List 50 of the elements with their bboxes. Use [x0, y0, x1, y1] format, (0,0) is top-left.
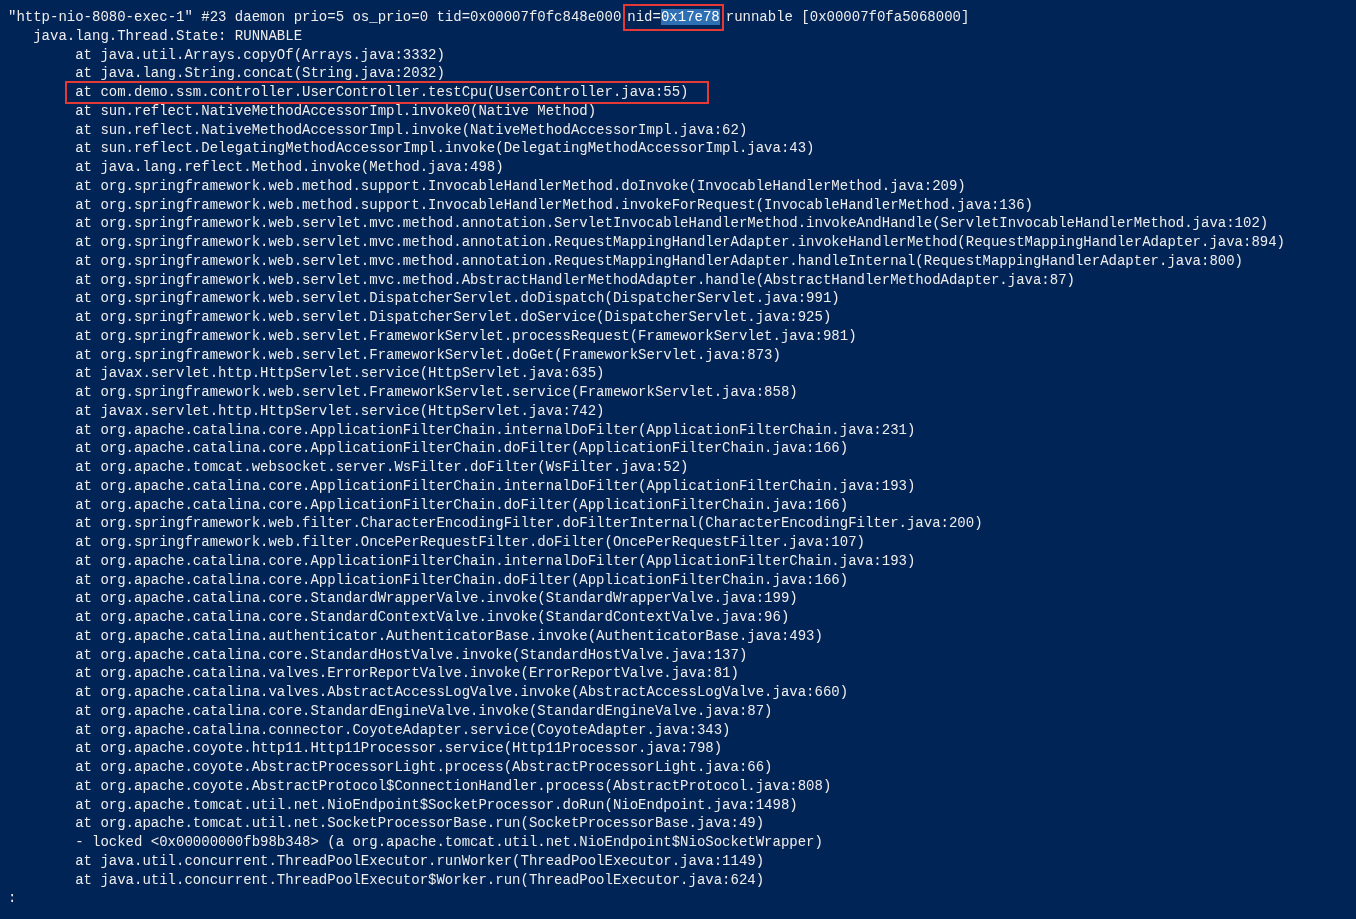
stack-frame-line: at org.apache.catalina.core.ApplicationFilterChain.internalDoFilter(ApplicationFilterChain.java:231) — [75, 420, 916, 440]
nid-label: nid= — [627, 9, 661, 25]
stack-frame-line: at org.apache.coyote.http11.Http11Processor.service(Http11Processor.java:798) — [75, 739, 723, 758]
selected-text: 0x17e78 — [660, 9, 720, 25]
stack-frame-line: at org.apache.coyote.AbstractProcessorLight.process(AbstractProcessorLight.java:66) — [75, 758, 773, 777]
stack-frame-line: at org.apache.catalina.core.ApplicationFilterChain.internalDoFilter(ApplicationFilterChain.java:193) — [75, 551, 916, 571]
stack-frame-line: at java.util.concurrent.ThreadPoolExecutor.runWorker(ThreadPoolExecutor.java:1149) — [75, 851, 765, 871]
lock-info-line: - locked <0x00000000fb98b348> (a org.apache.tomcat.util.net.NioEndpoint$NioSocketWrapper) — [75, 833, 823, 852]
stack-frame-line: at sun.reflect.DelegatingMethodAccessorImpl.invoke(DelegatingMethodAccessorImpl.java:43) — [75, 139, 815, 158]
stack-frame-line: at org.springframework.web.method.support.InvocableHandlerMethod.invokeForRequest(InvocableHandlerMethod.java:136) — [75, 195, 1033, 215]
stack-frame-line: at org.apache.catalina.core.ApplicationFilterChain.doFilter(ApplicationFilterChain.java:166) — [75, 439, 849, 458]
stack-frame-line: at org.springframework.web.servlet.FrameworkServlet.doGet(FrameworkServlet.java:873) — [75, 345, 781, 365]
stack-frame-line: at org.springframework.web.filter.OncePerRequestFilter.doFilter(OncePerRequestFilter.java:107) — [75, 533, 865, 552]
stack-frame-line: at org.apache.tomcat.util.net.SocketProcessorBase.run(SocketProcessorBase.java:49) — [75, 814, 765, 833]
stack-frame-line: at org.springframework.web.servlet.FrameworkServlet.service(FrameworkServlet.java:858) — [75, 383, 798, 402]
stack-frame-line: at org.apache.tomcat.websocket.server.WsFilter.doFilter(WsFilter.java:52) — [75, 458, 689, 477]
stack-frame-line: at org.apache.tomcat.util.net.NioEndpoint$SocketProcessor.doRun(NioEndpoint.java:1498) — [75, 795, 798, 815]
stack-frame-line: at javax.servlet.http.HttpServlet.service(HttpServlet.java:635) — [75, 364, 605, 383]
stack-frame-line: at org.springframework.web.servlet.mvc.method.annotation.RequestMappingHandlerAdapter.handleInternal(RequestMappingHandlerAdapter.java:800) — [75, 251, 1243, 271]
stack-frame-line: at org.apache.catalina.core.StandardContextValve.invoke(StandardContextValve.java:96) — [75, 608, 790, 627]
stack-frame-line: at org.apache.catalina.valves.AbstractAccessLogValve.invoke(AbstractAccessLogValve.java:660) — [75, 683, 849, 702]
stack-frame-line: at org.apache.catalina.core.ApplicationFilterChain.doFilter(ApplicationFilterChain.java:166) — [75, 570, 849, 590]
stack-frame-line: at org.springframework.web.method.support.InvocableHandlerMethod.doInvoke(InvocableHandlerMethod.java:209) — [75, 176, 966, 196]
stack-frame-line: at org.apache.catalina.core.StandardEngineValve.invoke(StandardEngineValve.java:87) — [75, 701, 773, 721]
stack-frame-line: at org.apache.catalina.authenticator.AuthenticatorBase.invoke(AuthenticatorBase.java:493) — [75, 626, 823, 646]
stack-frame-line: at org.apache.coyote.AbstractProtocol$ConnectionHandler.process(AbstractProtocol.java:808) — [75, 776, 832, 796]
thread-header-text: runnable [0x00007f0fa5068000] — [725, 9, 970, 25]
stack-frame-line: at org.apache.catalina.core.StandardWrapperValve.invoke(StandardWrapperValve.java:199) — [75, 589, 798, 608]
stack-frame-line: at org.springframework.web.servlet.FrameworkServlet.processRequest(FrameworkServlet.java:981) — [75, 326, 857, 346]
stack-frame-line: at org.springframework.web.servlet.DispatcherServlet.doService(DispatcherServlet.java:925) — [75, 308, 832, 327]
stack-frame-line: at org.apache.catalina.core.ApplicationFilterChain.doFilter(ApplicationFilterChain.java:166) — [75, 495, 849, 515]
pager-prompt: : — [8, 889, 17, 908]
stack-frame-line: at org.apache.catalina.core.StandardHostValve.invoke(StandardHostValve.java:137) — [75, 645, 748, 665]
stack-frame-line: at org.springframework.web.servlet.mvc.method.annotation.RequestMappingHandlerAdapter.invokeHandlerMethod(RequestMappingHandlerAdapter.java:894) — [75, 233, 1285, 252]
stack-frame-line: at java.util.concurrent.ThreadPoolExecutor$Worker.run(ThreadPoolExecutor.java:624) — [75, 870, 765, 890]
stack-frame-line: at org.springframework.web.servlet.mvc.method.annotation.ServletInvocableHandlerMethod.invokeAndHandle(ServletInvocableHandlerMethod.java:102) — [75, 214, 1269, 233]
stack-frame-line: at org.springframework.web.servlet.mvc.method.AbstractHandlerMethodAdapter.handle(AbstractHandlerMethodAdapter.java:87) — [75, 270, 1075, 290]
stack-frame-line: at java.lang.reflect.Method.invoke(Method.java:498) — [75, 158, 504, 177]
thread-state-line: java.lang.Thread.State: RUNNABLE — [33, 26, 303, 46]
stack-frame-line: at org.apache.catalina.valves.ErrorReportValve.invoke(ErrorReportValve.java:81) — [75, 664, 739, 683]
stack-frame-line: at sun.reflect.NativeMethodAccessorImpl.invoke(NativeMethodAccessorImpl.java:62) — [75, 120, 748, 140]
stack-frame-line: at sun.reflect.NativeMethodAccessorImpl.invoke0(Native Method) — [75, 101, 597, 121]
stack-frame-line: at org.springframework.web.servlet.DispatcherServlet.doDispatch(DispatcherServlet.java:991) — [75, 289, 840, 308]
stack-frame-line: at org.springframework.web.filter.CharacterEncodingFilter.doFilterInternal(CharacterEncodingFilter.java:200) — [75, 514, 983, 533]
stack-frame-line: at javax.servlet.http.HttpServlet.service(HttpServlet.java:742) — [75, 401, 605, 421]
stack-frame-line: at java.util.Arrays.copyOf(Arrays.java:3332) — [75, 45, 445, 65]
stack-frame-line: at org.apache.catalina.core.ApplicationFilterChain.internalDoFilter(ApplicationFilterChain.java:193) — [75, 476, 916, 496]
stack-frame-line: at org.apache.catalina.connector.CoyoteAdapter.service(CoyoteAdapter.java:343) — [75, 720, 731, 740]
thread-header-text: "http-nio-8080-exec-1" #23 daemon prio=5 os_prio=0 tid=0x00007f0fc848e000 — [8, 9, 622, 25]
stack-frame-line: at java.lang.String.concat(String.java:2032) — [75, 64, 445, 83]
